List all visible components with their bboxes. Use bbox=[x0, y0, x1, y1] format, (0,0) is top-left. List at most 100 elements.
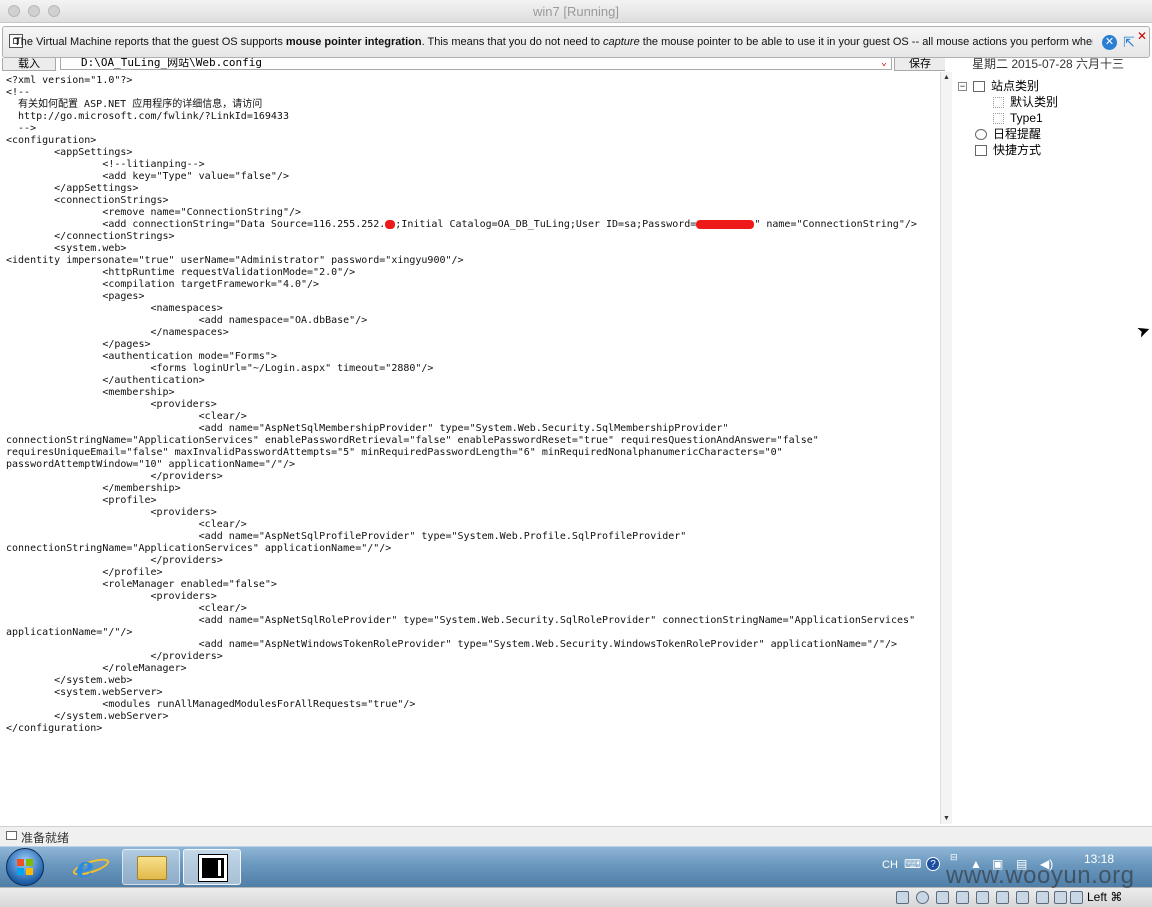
code-line: </profile> bbox=[6, 567, 940, 579]
video-capture-icon[interactable] bbox=[1016, 891, 1029, 904]
optical-drive-icon[interactable] bbox=[916, 891, 929, 904]
mouse-integration-notification: The Virtual Machine reports that the gue… bbox=[2, 26, 1150, 58]
scroll-up-icon[interactable]: ▲ bbox=[943, 74, 950, 81]
code-line: <system.webServer> bbox=[6, 687, 940, 699]
code-line: <add name="AspNetWindowsTokenRoleProvide… bbox=[6, 639, 940, 651]
code-line-text: </system.web> bbox=[6, 675, 133, 686]
display-icon[interactable] bbox=[996, 891, 1009, 904]
network-adapter-icon[interactable] bbox=[976, 891, 989, 904]
code-line-text: <httpRuntime requestValidationMode="2.0"… bbox=[6, 267, 356, 278]
code-line-text: </roleManager> bbox=[6, 663, 187, 674]
code-line-text: <remove name="ConnectionString"/> bbox=[6, 207, 302, 218]
code-line-text: <providers> bbox=[6, 591, 217, 602]
dismiss-icon[interactable]: ✕ bbox=[1137, 29, 1147, 43]
code-line: <add name="AspNetSqlMembershipProvider" … bbox=[6, 423, 940, 435]
tree-item-default-category[interactable]: 默认类别 bbox=[993, 94, 1058, 110]
code-line: <add name="AspNetSqlRoleProvider" type="… bbox=[6, 615, 940, 627]
vertical-scrollbar[interactable]: ▲ ▼ bbox=[940, 72, 952, 824]
code-line: </membership> bbox=[6, 483, 940, 495]
calendar-date: 星期二 2015-07-28 六月十三 bbox=[972, 57, 1125, 71]
status-bar: 准备就绪 bbox=[0, 826, 1152, 846]
close-notification-icon[interactable]: ✕ bbox=[1102, 35, 1117, 50]
tree-item-site-category[interactable]: − 站点类别 bbox=[958, 78, 1039, 94]
tree-item-type1[interactable]: Type1 bbox=[993, 110, 1043, 126]
code-line: <providers> bbox=[6, 399, 940, 411]
usb-device-icon[interactable] bbox=[936, 891, 949, 904]
tree-item-label: 站点类别 bbox=[991, 79, 1040, 93]
code-line-text: </system.webServer> bbox=[6, 711, 169, 722]
shortcut-icon bbox=[975, 145, 987, 157]
shared-folders-icon[interactable] bbox=[956, 891, 969, 904]
code-line-text: </authentication> bbox=[6, 375, 205, 386]
code-line: </configuration> bbox=[6, 723, 940, 735]
save-button[interactable]: 保存 bbox=[894, 58, 945, 71]
code-line-text: <add name="AspNetSqlProfileProvider" typ… bbox=[6, 531, 687, 542]
code-line: <system.web> bbox=[6, 243, 940, 255]
code-line-text: </configuration> bbox=[6, 723, 103, 734]
code-line-text: <system.webServer> bbox=[6, 687, 163, 698]
clock-icon bbox=[975, 129, 987, 141]
code-line: <add key="Type" value="false"/> bbox=[6, 171, 940, 183]
file-explorer-button[interactable] bbox=[122, 849, 180, 885]
redaction-mark bbox=[696, 219, 755, 229]
language-indicator[interactable]: CH bbox=[882, 859, 898, 871]
code-line: connectionStringName="ApplicationService… bbox=[6, 435, 940, 447]
tree-item-label: 默认类别 bbox=[1010, 95, 1059, 109]
start-button[interactable] bbox=[6, 848, 44, 886]
code-line: http://go.microsoft.com/fwlink/?LinkId=1… bbox=[6, 111, 940, 123]
redaction-mark bbox=[385, 219, 396, 229]
code-line-text: <roleManager enabled="false"> bbox=[6, 579, 277, 590]
code-line: <roleManager enabled="false"> bbox=[6, 579, 940, 591]
load-button[interactable]: 载入 bbox=[2, 58, 56, 71]
tree-item-label: Type1 bbox=[1010, 111, 1043, 125]
code-editor[interactable]: <?xml version="1.0"?> <!-- 有关如何配置 ASP.NET… bbox=[0, 72, 940, 824]
code-line: <connectionStrings> bbox=[6, 195, 940, 207]
keyboard-capture-icon[interactable] bbox=[1070, 891, 1083, 904]
notification-text-part3: the mouse pointer to be able to use it i… bbox=[639, 36, 1093, 48]
code-line: <authentication mode="Forms"> bbox=[6, 351, 940, 363]
code-line-text: <forms loginUrl="~/Login.aspx" timeout="… bbox=[6, 363, 434, 374]
code-line: </pages> bbox=[6, 339, 940, 351]
window-title: win7 [Running] bbox=[533, 4, 619, 19]
code-line: <httpRuntime requestValidationMode="2.0"… bbox=[6, 267, 940, 279]
code-line: <namespaces> bbox=[6, 303, 940, 315]
code-line-text: " name="ConnectionString"/> bbox=[754, 219, 917, 230]
code-line: <forms loginUrl="~/Login.aspx" timeout="… bbox=[6, 363, 940, 375]
vbox-status-bar: Left ⌘ bbox=[0, 887, 1152, 907]
code-line: </connectionStrings> bbox=[6, 231, 940, 243]
code-line-text: </profile> bbox=[6, 567, 163, 578]
code-line: <appSettings> bbox=[6, 147, 940, 159]
code-line: <membership> bbox=[6, 387, 940, 399]
code-line-text: <appSettings> bbox=[6, 147, 133, 158]
collapse-icon[interactable]: − bbox=[958, 82, 967, 92]
code-line: connectionStringName="ApplicationService… bbox=[6, 543, 940, 555]
chevron-down-icon[interactable]: ⌄ bbox=[881, 58, 887, 71]
cpu-icon[interactable] bbox=[1054, 891, 1067, 904]
tree-item-shortcut[interactable]: 快捷方式 bbox=[975, 142, 1041, 158]
mouse-integration-icon[interactable]: ⇱ bbox=[1121, 34, 1137, 50]
editor-app-button[interactable] bbox=[183, 849, 241, 885]
help-icon[interactable]: ? bbox=[926, 857, 940, 871]
code-line-text: </providers> bbox=[6, 471, 223, 482]
code-line-text: <modules runAllManagedModulesForAllReque… bbox=[6, 699, 416, 710]
code-content[interactable]: <?xml version="1.0"?> <!-- 有关如何配置 ASP.NET… bbox=[0, 72, 940, 735]
code-line: <clear/> bbox=[6, 411, 940, 423]
code-line-text: <profile> bbox=[6, 495, 157, 506]
code-line-text: <add namespace="OA.dbBase"/> bbox=[6, 315, 368, 326]
code-line-text: <pages> bbox=[6, 291, 145, 302]
internet-explorer-button[interactable]: e bbox=[62, 849, 120, 885]
notification-text-part1: The Virtual Machine reports that the gue… bbox=[14, 36, 286, 48]
scroll-down-icon[interactable]: ▼ bbox=[943, 815, 950, 822]
file-path-combobox[interactable]: D:\OA_TuLing_网站\Web.config ⌄ bbox=[60, 58, 892, 70]
code-line-text: <add key="Type" value="false"/> bbox=[6, 171, 289, 182]
code-line-text: </pages> bbox=[6, 339, 151, 350]
code-line-text: <add name="AspNetWindowsTokenRoleProvide… bbox=[6, 639, 898, 650]
keyboard-icon[interactable]: ⌨ bbox=[904, 857, 921, 871]
tree-item-schedule[interactable]: 日程提醒 bbox=[975, 126, 1041, 142]
hard-disk-icon[interactable] bbox=[896, 891, 909, 904]
code-line-text: connectionStringName="ApplicationService… bbox=[6, 543, 392, 554]
code-line-text: </providers> bbox=[6, 651, 223, 662]
code-line-text: <authentication mode="Forms"> bbox=[6, 351, 277, 362]
code-line-text: <?xml version="1.0"?> bbox=[6, 75, 133, 86]
mouse-integration-status-icon[interactable] bbox=[1036, 891, 1049, 904]
